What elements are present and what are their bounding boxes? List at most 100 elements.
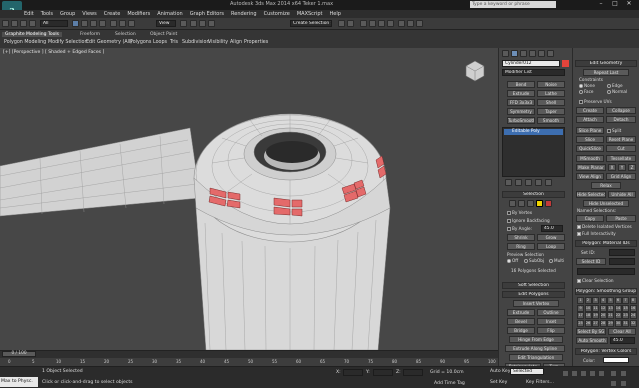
smoothing-group-button[interactable]: 3: [592, 297, 599, 304]
hide-selected-button[interactable]: Hide Selected: [576, 191, 606, 198]
smoothing-group-button[interactable]: 30: [614, 319, 622, 327]
menu-graph-editors[interactable]: Graph Editors: [190, 11, 224, 17]
rectangular-selection-icon[interactable]: [90, 20, 97, 27]
menu-animation[interactable]: Animation: [157, 11, 183, 17]
auto-smooth-button[interactable]: Auto Smooth: [576, 337, 608, 344]
angle-snap-icon[interactable]: [199, 20, 206, 27]
msmooth-button[interactable]: MSmooth: [576, 155, 604, 162]
outline-button[interactable]: Outline: [537, 309, 565, 316]
ribbon-edit[interactable]: Edit: [86, 40, 95, 45]
set-key-button[interactable]: Set Key: [490, 380, 507, 385]
material-editor-icon[interactable]: [387, 20, 394, 27]
flip-button[interactable]: Flip: [537, 327, 565, 334]
border-mode-icon[interactable]: [527, 200, 534, 207]
redo-icon[interactable]: [11, 20, 18, 27]
add-time-tag[interactable]: Add Time Tag: [434, 381, 465, 386]
smoothing-group-button[interactable]: 12: [599, 304, 607, 312]
smoothing-group-button[interactable]: 29: [607, 319, 614, 327]
pivot-icon[interactable]: [180, 20, 187, 27]
rotate-icon[interactable]: [119, 20, 126, 27]
bevel-button[interactable]: Bevel: [507, 318, 535, 325]
ribbon-geometry-all[interactable]: Geometry (All): [97, 40, 132, 45]
extrude-along-spline-button[interactable]: Extrude Along Spline: [505, 345, 565, 352]
insert-vertex-button[interactable]: Insert Vertex: [513, 300, 559, 307]
utilities-tab-icon[interactable]: [547, 50, 554, 57]
select-by-sg-button[interactable]: Select By SG: [576, 328, 606, 335]
remove-modifier-icon[interactable]: [535, 179, 542, 186]
split-checkbox[interactable]: Split: [607, 128, 621, 133]
edge-mode-icon[interactable]: [518, 200, 525, 207]
smoothing-group-button[interactable]: 13: [607, 304, 614, 312]
reset-plane-button[interactable]: Reset Plane: [606, 136, 636, 143]
menu-tools[interactable]: Tools: [41, 11, 53, 17]
copy-button[interactable]: Copy: [576, 215, 604, 222]
object-name-field[interactable]: Cylinder012: [502, 60, 560, 67]
key-mode-dropdown[interactable]: Selected: [510, 368, 544, 375]
smoothing-group-button[interactable]: 23: [622, 312, 629, 319]
smoothing-group-button[interactable]: 9: [577, 304, 584, 312]
move-icon[interactable]: [110, 20, 117, 27]
preview-off-radio[interactable]: Off: [507, 258, 518, 263]
next-frame-icon[interactable]: [589, 370, 596, 377]
grow-button[interactable]: Grow: [537, 234, 565, 241]
smoothing-group-button[interactable]: 2: [584, 297, 592, 304]
maximize-icon[interactable]: □: [609, 0, 621, 8]
shell-button[interactable]: Shell: [537, 99, 565, 106]
smoothing-group-button[interactable]: 20: [599, 312, 607, 319]
perspective-viewport[interactable]: [+] [Perspective ] [ Shaded + Edged Face…: [0, 48, 498, 350]
ribbon-polygon-modeling[interactable]: Polygon Modeling: [4, 40, 46, 45]
set-id-spinner[interactable]: [609, 249, 635, 256]
smoothing-group-button[interactable]: 8: [629, 297, 637, 304]
tab-selection[interactable]: Selection: [115, 32, 136, 37]
pin-stack-icon[interactable]: [505, 179, 512, 186]
smoothing-group-button[interactable]: 7: [622, 297, 629, 304]
modifier-list-dropdown[interactable]: Modifier List: [502, 69, 565, 76]
hierarchy-tab-icon[interactable]: [520, 50, 527, 57]
render-teapot-icon[interactable]: [416, 20, 423, 27]
make-unique-icon[interactable]: [525, 179, 532, 186]
select-id-spinner[interactable]: [609, 258, 635, 265]
create-button[interactable]: Create: [576, 107, 604, 114]
ignore-backfacing-checkbox[interactable]: Ignore Backfacing: [507, 218, 550, 223]
edit-geometry-rollout-header[interactable]: Edit Geometry: [575, 60, 637, 67]
configure-modifier-sets-icon[interactable]: [545, 179, 552, 186]
reference-coordinate-dropdown[interactable]: View: [156, 20, 176, 27]
smoothing-group-button[interactable]: 11: [592, 304, 599, 312]
hide-unselected-button[interactable]: Hide Unselected: [583, 200, 629, 207]
by-vertex-checkbox[interactable]: By Vertex: [507, 210, 532, 215]
smoothing-group-button[interactable]: 21: [607, 312, 614, 319]
noise-button[interactable]: Noise: [537, 81, 565, 88]
percent-snap-icon[interactable]: [208, 20, 215, 27]
smoothing-group-button[interactable]: 31: [622, 319, 629, 327]
symmetry-button[interactable]: Symmetry: [507, 108, 535, 115]
menu-create[interactable]: Create: [104, 11, 121, 17]
constraint-face-radio[interactable]: Face: [579, 89, 593, 94]
smoothing-group-button[interactable]: 5: [607, 297, 614, 304]
loop-button[interactable]: Loop: [537, 243, 565, 250]
undo-icon[interactable]: [2, 20, 9, 27]
hinge-from-edge-button[interactable]: Hinge From Edge: [509, 336, 563, 343]
stack-item-editable-poly[interactable]: Editable Poly: [504, 129, 563, 135]
detach-button[interactable]: Detach: [606, 116, 636, 123]
extrude-modifier-button[interactable]: Extrude: [507, 90, 535, 97]
ribbon-visibility[interactable]: Visibility: [208, 40, 228, 45]
lathe-button[interactable]: Lathe: [537, 90, 565, 97]
taper-button[interactable]: Taper: [537, 108, 565, 115]
bridge-button[interactable]: Bridge: [507, 327, 535, 334]
zoom-icon[interactable]: [610, 370, 617, 377]
go-to-start-icon[interactable]: [562, 370, 569, 377]
smoothing-group-button[interactable]: 10: [584, 304, 592, 312]
ring-button[interactable]: Ring: [507, 243, 535, 250]
minimize-icon[interactable]: –: [595, 0, 607, 8]
smoothing-group-button[interactable]: 24: [629, 312, 637, 319]
snap-icon[interactable]: [190, 20, 197, 27]
track-bar[interactable]: 0 5 10 15 20 25 30 35 40 45 50 55 60 65 70 75 80 85 90 95 10…: [0, 358, 498, 366]
smoothing-group-button[interactable]: 18: [584, 312, 592, 319]
angle-spinner[interactable]: 45.0: [541, 225, 563, 232]
smoothing-group-button[interactable]: 1: [577, 297, 584, 304]
play-icon[interactable]: [580, 370, 587, 377]
search-input[interactable]: Type a keyword or phrase: [470, 1, 556, 8]
delete-isolated-checkbox[interactable]: Delete Isolated Vertices: [577, 224, 632, 229]
select-id-button[interactable]: Select ID: [576, 258, 606, 265]
render-setup-icon[interactable]: [398, 20, 405, 27]
